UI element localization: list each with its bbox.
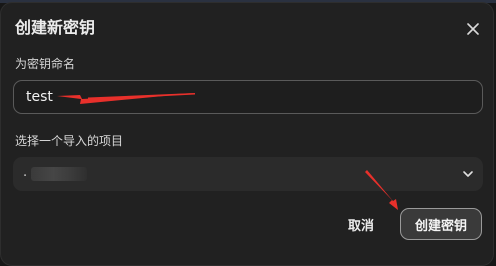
close-button[interactable] — [463, 19, 483, 39]
chevron-down-icon — [463, 171, 473, 177]
dialog-title: 创建新密钥 — [15, 18, 96, 37]
create-key-dialog: 创建新密钥 为密钥命名 选择一个导入的项目 . 取消 创建密钥 — [0, 2, 494, 266]
project-select-value: . — [23, 165, 28, 180]
project-select[interactable]: . — [13, 157, 483, 191]
close-icon — [467, 23, 479, 35]
redacted-project-name — [31, 167, 87, 181]
cancel-button[interactable]: 取消 — [337, 209, 385, 239]
create-key-button[interactable]: 创建密钥 — [400, 208, 482, 240]
project-label: 选择一个导入的项目 — [15, 134, 124, 148]
key-name-input[interactable] — [13, 80, 483, 114]
key-name-label: 为密钥命名 — [15, 57, 76, 71]
